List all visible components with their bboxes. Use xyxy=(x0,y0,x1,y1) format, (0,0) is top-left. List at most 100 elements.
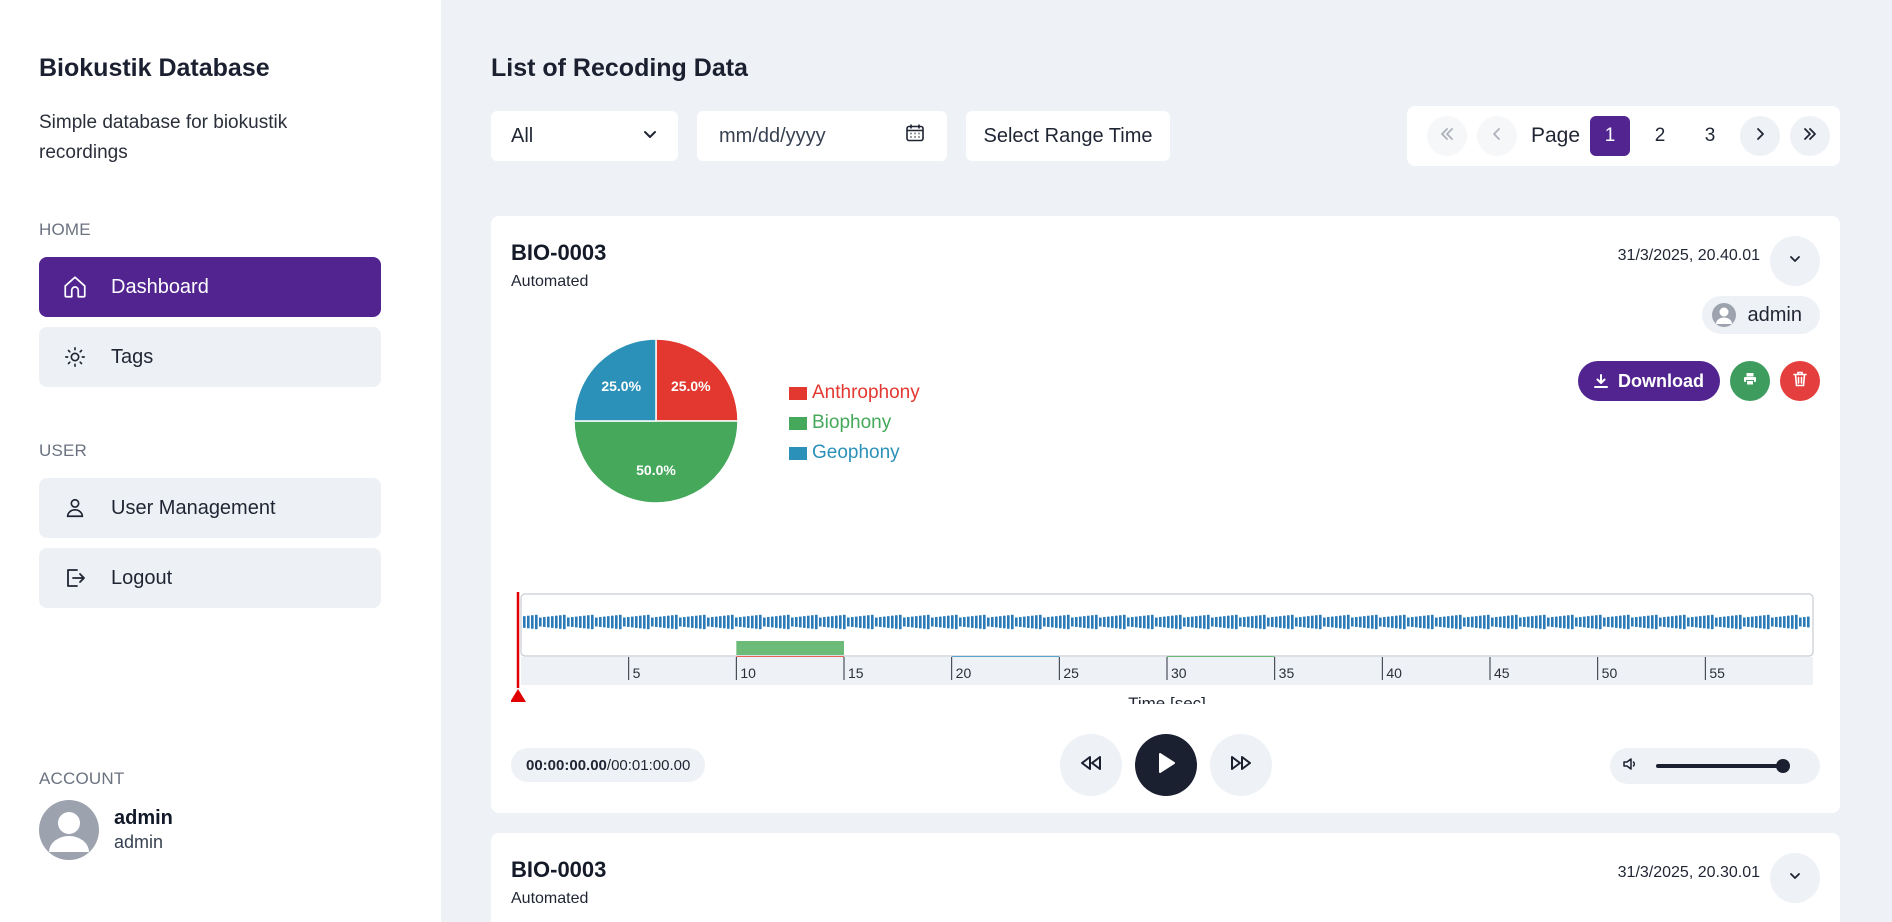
fast-forward-button[interactable] xyxy=(1210,734,1272,796)
audio-timeline[interactable]: 5 10 15 20 25 30 35 40 45 50 55 Time [sec] xyxy=(510,572,1821,713)
record-id: BIO-0003 xyxy=(511,857,607,882)
record-card: BIO-0003 Automated 31/3/2025, 20.30.01 xyxy=(491,833,1840,922)
pie-slice-label: 25.0% xyxy=(671,378,711,394)
delete-button[interactable] xyxy=(1780,361,1820,401)
axis-tick-label: 45 xyxy=(1494,665,1510,681)
sidebar-item-label: User Management xyxy=(111,496,276,519)
sidebar-item-user-management[interactable]: User Management xyxy=(39,478,381,538)
user-chip-label: admin xyxy=(1747,303,1802,326)
record-type: Automated xyxy=(511,890,589,907)
axis-tick-label: 15 xyxy=(848,665,864,681)
pagination: Page 1 2 3 xyxy=(1407,106,1840,166)
section-label-user: USER xyxy=(39,441,88,460)
axis-tick-label: 35 xyxy=(1279,665,1295,681)
sidebar-item-label: Tags xyxy=(111,345,154,368)
play-icon xyxy=(1155,751,1177,780)
axis-tick-label: 40 xyxy=(1386,665,1402,681)
user-chip: admin xyxy=(1701,296,1820,334)
account-name: admin xyxy=(114,807,173,829)
page-1-button[interactable]: 1 xyxy=(1590,116,1631,156)
playback-time: 00:00:00.00 /00:01:00.00 xyxy=(511,748,706,782)
sidebar: Biokustik Database Simple database for b… xyxy=(0,0,441,922)
axis-tick-label: 10 xyxy=(740,665,756,681)
chevron-down-icon xyxy=(1788,869,1802,888)
axis-tick-label: 55 xyxy=(1709,665,1725,681)
page-label: Page xyxy=(1531,124,1581,147)
chevrons-right-icon xyxy=(1801,125,1819,148)
app-subtitle: Simple database for biokustik recordings xyxy=(39,112,288,163)
axis-label: Time [sec] xyxy=(1128,694,1206,704)
play-button[interactable] xyxy=(1135,734,1197,796)
axis-tick-label: 30 xyxy=(1171,665,1187,681)
category-select-value: All xyxy=(511,124,534,147)
chevron-down-icon xyxy=(1788,252,1802,271)
first-page-button[interactable] xyxy=(1427,116,1467,156)
user-avatar-icon xyxy=(1711,303,1736,327)
axis-tick-label: 25 xyxy=(1063,665,1079,681)
account-block[interactable]: admin admin xyxy=(39,800,173,860)
logout-icon xyxy=(61,564,89,592)
volume-slider-handle[interactable] xyxy=(1776,759,1790,773)
category-select[interactable]: All xyxy=(491,111,678,161)
page-title: List of Recoding Data xyxy=(491,54,748,82)
section-label-home: HOME xyxy=(39,220,91,239)
sidebar-item-logout[interactable]: Logout xyxy=(39,548,381,608)
legend-item-geophony: Geophony xyxy=(789,438,920,468)
segment-biophony[interactable] xyxy=(736,641,844,655)
sidebar-item-tags[interactable]: Tags xyxy=(39,327,381,387)
volume-slider[interactable] xyxy=(1656,759,1790,773)
chevron-down-icon xyxy=(642,125,658,148)
record-id: BIO-0003 xyxy=(511,240,607,265)
record-card: BIO-0003 Automated 31/3/2025, 20.40.01 a… xyxy=(491,216,1840,813)
section-label-account: ACCOUNT xyxy=(39,769,125,788)
print-icon xyxy=(1743,372,1757,391)
last-page-button[interactable] xyxy=(1790,116,1831,156)
record-datetime: 31/3/2025, 20.30.01 xyxy=(1617,864,1760,881)
volume-icon xyxy=(1622,756,1638,777)
axis-tick-label: 50 xyxy=(1602,665,1618,681)
expand-button[interactable] xyxy=(1770,853,1820,903)
legend-swatch xyxy=(789,416,807,430)
record-datetime: 31/3/2025, 20.40.01 xyxy=(1617,247,1760,264)
playhead-handle[interactable] xyxy=(510,689,526,702)
expand-button[interactable] xyxy=(1770,236,1820,286)
page-3-button[interactable]: 3 xyxy=(1690,116,1730,156)
page-2-button[interactable]: 2 xyxy=(1640,116,1680,156)
rewind-button[interactable] xyxy=(1060,734,1122,796)
account-role: admin xyxy=(114,832,164,852)
legend-label: Biophony xyxy=(812,412,892,433)
chevron-left-icon xyxy=(1488,125,1506,148)
legend-swatch xyxy=(789,386,807,400)
volume-control[interactable] xyxy=(1610,748,1820,784)
sidebar-item-label: Logout xyxy=(111,566,173,589)
legend-item-anthrophony: Anthrophony xyxy=(789,378,920,408)
trash-icon xyxy=(1793,371,1807,392)
legend-item-biophony: Biophony xyxy=(789,408,920,438)
download-label: Download xyxy=(1618,370,1704,391)
total-time: /00:01:00.00 xyxy=(606,756,691,774)
print-button[interactable] xyxy=(1730,361,1770,401)
select-range-time-button[interactable]: Select Range Time xyxy=(966,111,1170,161)
calendar-icon[interactable] xyxy=(905,123,925,149)
download-icon xyxy=(1594,374,1608,388)
date-input-placeholder: mm/dd/yyyy xyxy=(719,124,826,147)
prev-page-button[interactable] xyxy=(1477,116,1517,156)
chevrons-left-icon xyxy=(1438,125,1456,148)
legend-swatch xyxy=(789,446,807,460)
fast-forward-icon xyxy=(1229,753,1253,778)
app-title: Biokustik Database xyxy=(39,54,270,82)
pie-slice-label: 50.0% xyxy=(636,462,676,478)
home-icon xyxy=(61,273,89,301)
date-input[interactable]: mm/dd/yyyy xyxy=(697,111,947,161)
record-type: Automated xyxy=(511,273,589,290)
next-page-button[interactable] xyxy=(1740,116,1781,156)
chevron-right-icon xyxy=(1751,125,1769,148)
legend-label: Geophony xyxy=(812,442,900,463)
sidebar-item-dashboard[interactable]: Dashboard xyxy=(39,257,381,317)
category-pie-chart: 25.0% 50.0% 25.0% xyxy=(571,336,741,511)
sun-icon xyxy=(61,343,89,371)
pie-slice-label: 25.0% xyxy=(601,378,641,394)
download-button[interactable]: Download xyxy=(1578,361,1720,401)
avatar xyxy=(39,800,99,860)
axis-tick-label: 5 xyxy=(633,665,641,681)
